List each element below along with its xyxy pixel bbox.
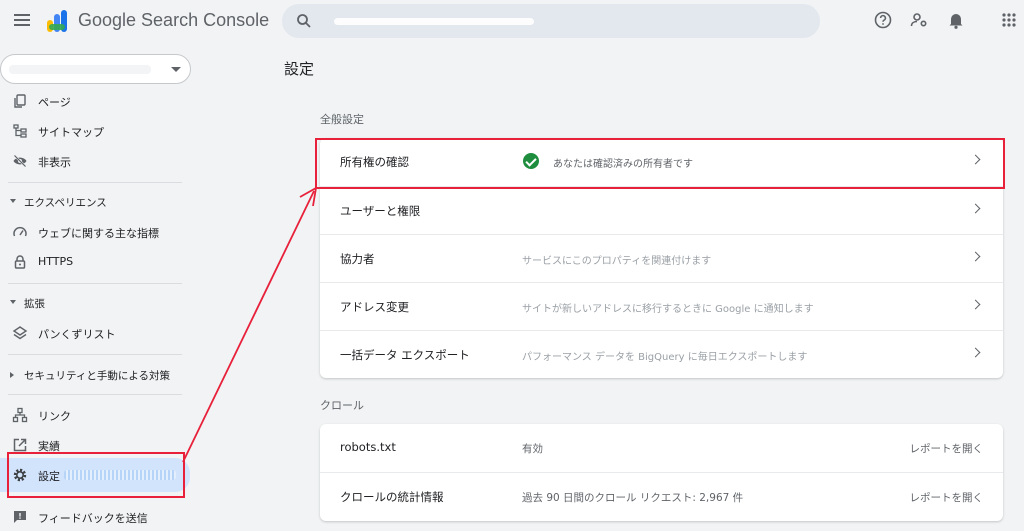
row-desc: 過去 90 日間のクロール リクエスト: 2,967 件 bbox=[522, 492, 744, 504]
search-input[interactable] bbox=[282, 4, 820, 38]
settings-row-change-of-address[interactable]: アドレス変更 サイトが新しいアドレスに移行するときに Google に通知します bbox=[320, 282, 1003, 330]
row-name: アドレス変更 bbox=[340, 300, 409, 314]
sidebar-item-pages[interactable]: ページ bbox=[0, 86, 182, 116]
settings-row-users[interactable]: ユーザーと権限 bbox=[320, 186, 1003, 234]
redacted-property-name bbox=[9, 65, 151, 74]
section-label: セキュリティと手動による対策 bbox=[24, 370, 171, 382]
sidebar-divider bbox=[8, 283, 182, 284]
row-desc: 有効 bbox=[522, 443, 543, 455]
manage-users-icon[interactable] bbox=[908, 9, 930, 31]
search-console-logo bbox=[47, 10, 67, 32]
caret-down-icon bbox=[10, 300, 16, 304]
redacted-search-text bbox=[334, 18, 534, 25]
row-name: 協力者 bbox=[340, 252, 375, 266]
settings-row-bulk-export[interactable]: 一括データ エクスポート パフォーマンス データを BigQuery に毎日エク… bbox=[320, 330, 1003, 378]
lock-icon bbox=[14, 255, 26, 269]
sidebar-item-label: サイトマップ bbox=[38, 126, 104, 139]
highlight-box-ownership bbox=[315, 138, 1005, 189]
notifications-icon[interactable] bbox=[945, 9, 967, 31]
top-bar: Google Search Console bbox=[0, 0, 1024, 42]
settings-row-robots[interactable]: robots.txt 有効 レポートを開く bbox=[320, 424, 1003, 472]
links-icon bbox=[12, 407, 28, 423]
main-menu-icon[interactable] bbox=[12, 11, 32, 31]
settings-row-associations[interactable]: 協力者 サービスにこのプロパティを関連付けます bbox=[320, 234, 1003, 282]
redacted-user-info bbox=[510, 199, 596, 213]
chevron-right-icon bbox=[970, 347, 981, 358]
hidden-icon bbox=[13, 154, 27, 168]
chevron-down-icon bbox=[171, 67, 181, 72]
section-title-crawl: クロール bbox=[320, 399, 364, 412]
sidebar-item-label: フィードバックを送信 bbox=[38, 512, 148, 525]
sidebar-item-label: 非表示 bbox=[38, 156, 71, 169]
sidebar-item-links[interactable]: リンク bbox=[0, 400, 182, 430]
layers-icon bbox=[12, 326, 28, 340]
row-name: robots.txt bbox=[340, 440, 396, 454]
settings-row-crawl-stats[interactable]: クロールの統計情報 過去 90 日間のクロール リクエスト: 2,967 件 レ… bbox=[320, 472, 1003, 520]
sidebar-item-label: パンくずリスト bbox=[38, 328, 116, 341]
caret-right-icon bbox=[10, 372, 14, 378]
app-brand: Google Search Console bbox=[78, 10, 270, 30]
open-report-link[interactable]: レポートを開く bbox=[910, 441, 984, 456]
highlight-box-settings bbox=[7, 452, 185, 498]
chevron-right-icon bbox=[970, 251, 981, 262]
row-name: 一括データ エクスポート bbox=[340, 348, 470, 362]
row-name: クロールの統計情報 bbox=[340, 490, 444, 504]
sidebar-item-https[interactable]: HTTPS bbox=[0, 247, 182, 277]
caret-down-icon bbox=[10, 199, 16, 203]
sidebar-divider bbox=[8, 354, 182, 355]
row-desc: パフォーマンス データを BigQuery に毎日エクスポートします bbox=[522, 352, 808, 363]
crawl-settings-card: robots.txt 有効 レポートを開く クロールの統計情報 過去 90 日間… bbox=[320, 424, 1003, 521]
row-desc: サイトが新しいアドレスに移行するときに Google に通知します bbox=[522, 304, 814, 315]
search-icon bbox=[297, 14, 311, 28]
sidebar-section-experience[interactable]: エクスペリエンス bbox=[0, 189, 182, 215]
speedometer-icon bbox=[13, 226, 27, 237]
sidebar-item-label: ページ bbox=[38, 96, 71, 109]
section-title-general: 全般設定 bbox=[320, 113, 364, 126]
sidebar-divider bbox=[8, 394, 182, 395]
chevron-right-icon bbox=[970, 203, 981, 214]
apps-grid-icon[interactable] bbox=[998, 9, 1020, 31]
row-name: ユーザーと権限 bbox=[340, 204, 421, 218]
open-report-link[interactable]: レポートを開く bbox=[910, 490, 984, 505]
page-title: 設定 bbox=[284, 60, 315, 78]
sidebar-item-sitemaps[interactable]: サイトマップ bbox=[0, 116, 182, 146]
sidebar-section-security[interactable]: セキュリティと手動による対策 bbox=[0, 362, 182, 388]
section-label: エクスペリエンス bbox=[24, 197, 107, 209]
sidebar-item-removals[interactable]: 非表示 bbox=[0, 146, 182, 176]
sidebar-item-label: HTTPS bbox=[38, 255, 74, 268]
sidebar-item-breadcrumbs[interactable]: パンくずリスト bbox=[0, 318, 182, 348]
chevron-right-icon bbox=[970, 299, 981, 310]
sidebar-item-label: ウェブに関する主な指標 bbox=[38, 227, 159, 240]
help-icon[interactable] bbox=[872, 9, 894, 31]
open-external-icon bbox=[13, 438, 27, 452]
property-selector[interactable] bbox=[0, 54, 191, 84]
row-desc: サービスにこのプロパティを関連付けます bbox=[522, 256, 712, 267]
sidebar-divider bbox=[8, 182, 182, 183]
section-label: 拡張 bbox=[24, 298, 45, 310]
sidebar-item-core-web-vitals[interactable]: ウェブに関する主な指標 bbox=[0, 217, 182, 247]
sidebar-item-feedback[interactable]: フィードバックを送信 bbox=[0, 502, 182, 531]
sidebar-section-enhancements[interactable]: 拡張 bbox=[0, 290, 182, 316]
sidebar-item-label: リンク bbox=[38, 410, 71, 423]
pages-icon bbox=[14, 94, 26, 108]
sitemap-icon bbox=[13, 124, 27, 138]
feedback-icon bbox=[14, 511, 26, 523]
